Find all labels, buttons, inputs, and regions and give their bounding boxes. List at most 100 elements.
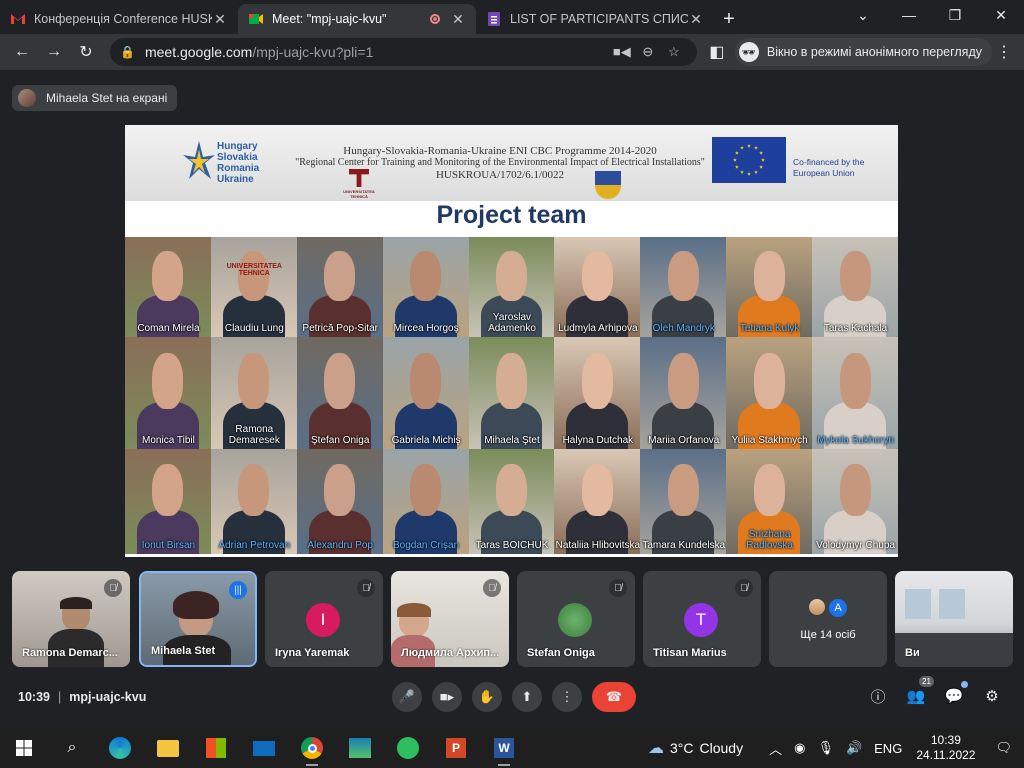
start-button[interactable] [0, 728, 48, 768]
shared-screen-slide: Hungary Slovakia Romania Ukraine Hungary… [125, 125, 898, 557]
close-tab-icon[interactable]: ✕ [450, 11, 466, 28]
mail-app[interactable] [240, 728, 288, 768]
camera-in-use-icon[interactable]: ■◀ [609, 44, 635, 60]
participant-avatar: A [827, 597, 849, 619]
address-bar[interactable]: 🔒 meet.google.com/mpj-uajc-kvu?pli=1 ■◀ … [110, 38, 697, 66]
team-member-name: Nataliia Hlibovitska [555, 540, 641, 551]
side-panel-icon[interactable]: ◧ [703, 38, 731, 66]
close-window-button[interactable]: ✕ [978, 0, 1024, 30]
eu-star-icon [733, 158, 737, 162]
people-button[interactable]: 👥 21 [904, 676, 934, 708]
reload-button[interactable]: ↻ [72, 38, 100, 66]
team-member-name: Snizhana Radlovska [746, 529, 793, 551]
team-member-name: Yuliia Stakhmych [731, 435, 808, 446]
meeting-info-icon[interactable]: ⓘ [866, 684, 890, 708]
person-face [581, 251, 613, 301]
notifications-icon[interactable]: 🗨 [995, 740, 1012, 756]
person-face [667, 463, 699, 517]
person-face [839, 463, 871, 517]
eu-star-icon [759, 165, 764, 169]
chrome-app[interactable] [288, 728, 336, 768]
store-app[interactable] [192, 728, 240, 768]
team-member-photo: Snizhana Radlovska [726, 449, 814, 554]
participant-tile[interactable]: T 🎙̸ Titisan Marius [643, 571, 761, 667]
clock[interactable]: 10:39 24.11.2022 [916, 733, 975, 763]
logo-word: Romania [217, 163, 260, 174]
team-member-name: Ştefan Oniga [311, 435, 370, 446]
tab-title: LIST OF PARTICIPANTS СПИСОК [510, 12, 688, 26]
chevron-up-icon[interactable]: ︿ [769, 739, 782, 758]
participant-tile[interactable]: I 🎙̸ Iryna Yaremak [265, 571, 383, 667]
tab-meet[interactable]: Meet: "mpj-uajc-kvu" ✕ [238, 4, 476, 34]
tab-search-icon[interactable]: ⌄ [840, 0, 886, 30]
team-member-photo: Ştefan Oniga [296, 337, 384, 449]
self-view-tile[interactable]: Ви [895, 571, 1013, 667]
weather-widget[interactable]: ☁ 3°C Cloudy [648, 738, 743, 758]
team-member-photo: UNIVERSITATEA TEHNICA Claudiu Lung [210, 237, 298, 337]
new-tab-button[interactable]: + [714, 4, 744, 34]
participant-tile[interactable]: 🎙̸ Людмила Архип... [391, 571, 509, 667]
camera-toggle-button[interactable]: ■▸ [432, 682, 462, 712]
chat-button[interactable]: 💬 [942, 681, 968, 708]
eu-star-icon [740, 170, 744, 174]
team-member-photo: Taras Kachala [812, 237, 898, 337]
person-face [667, 251, 699, 301]
powerpoint-app[interactable]: P [432, 728, 480, 768]
team-member-name: Oleh Mandryk [652, 323, 715, 334]
language-indicator[interactable]: ENG [874, 741, 902, 756]
edge-icon [109, 737, 131, 759]
restore-button[interactable]: ❐ [932, 0, 978, 30]
image-app[interactable] [336, 728, 384, 768]
team-member-name: Mihaela Ştet [484, 435, 540, 446]
bookmark-star-icon[interactable]: ☆ [661, 44, 687, 60]
person-face [324, 251, 356, 301]
browser-menu-icon[interactable]: ⋮ [992, 42, 1016, 62]
mic-toggle-button[interactable]: 🎤 [392, 682, 422, 712]
tab-gmail-conference[interactable]: Конференція Conference HUSKR ✕ [0, 4, 238, 34]
url-text[interactable]: meet.google.com/mpj-uajc-kvu?pli=1 [145, 44, 609, 60]
more-options-button[interactable]: ⋮ [552, 682, 582, 712]
leave-call-button[interactable]: ☎ [592, 682, 636, 712]
mic-tray-icon[interactable]: 🎙 [817, 740, 834, 756]
evernote-app[interactable] [384, 728, 432, 768]
team-member-photo: Mykola Sukhoryn [812, 337, 898, 449]
person-face [581, 463, 613, 517]
participant-tile-active-speaker[interactable]: ||| Mihaela Stet [139, 571, 257, 667]
file-explorer-app[interactable] [144, 728, 192, 768]
gmail-icon [11, 14, 25, 24]
photo-banner-text: UNIVERSITATEA TEHNICA [226, 263, 282, 277]
tab-participants-list[interactable]: LIST OF PARTICIPANTS СПИСОК ✕ [476, 4, 714, 34]
camera-tray-icon[interactable]: ◉ [794, 740, 805, 756]
volume-icon[interactable]: 🔊 [846, 740, 862, 756]
participant-tile[interactable]: 🎙̸ Ramona Demarc... [12, 571, 130, 667]
participant-name: Mihaela Stet [151, 645, 216, 657]
activities-button[interactable]: ⚙ [980, 684, 1004, 708]
word-app[interactable]: W [480, 728, 528, 768]
minimize-button[interactable]: — [886, 0, 932, 30]
close-tab-icon[interactable]: ✕ [212, 11, 228, 28]
lock-icon[interactable]: 🔒 [120, 45, 135, 59]
team-member-photo: Alexandru Pop [296, 449, 384, 554]
close-tab-icon[interactable]: ✕ [688, 11, 704, 28]
incognito-indicator[interactable]: 🕶 Вікно в режимі анонімного перегляду [734, 38, 992, 66]
person-face [839, 352, 871, 409]
raise-hand-button[interactable]: ✋ [472, 682, 502, 712]
more-participants-tile[interactable]: A Ще 14 осіб [769, 571, 887, 667]
coat-of-arms-icon [595, 171, 621, 199]
team-member-name: Halyna Dutchak [562, 435, 634, 446]
presenter-indicator[interactable]: Mihaela Stet на екрані [12, 85, 178, 111]
edge-app[interactable] [96, 728, 144, 768]
search-button[interactable]: ⌕ [48, 728, 96, 768]
unread-dot-icon [961, 681, 968, 688]
participant-name: Titisan Marius [653, 647, 727, 659]
evernote-icon [397, 737, 419, 759]
windows-logo-icon [16, 740, 32, 756]
zoom-icon[interactable]: ⊖ [635, 44, 661, 60]
present-screen-button[interactable]: ⬆ [512, 682, 542, 712]
team-member-photo: Bogdan Crişan [382, 449, 470, 554]
participant-tile[interactable]: 🎙̸ Stefan Oniga [517, 571, 635, 667]
forward-button[interactable]: → [40, 38, 68, 66]
team-member-name: Tetiana Kulyk [739, 323, 800, 334]
participant-name: Людмила Архип... [401, 647, 500, 659]
back-button[interactable]: ← [8, 38, 36, 66]
